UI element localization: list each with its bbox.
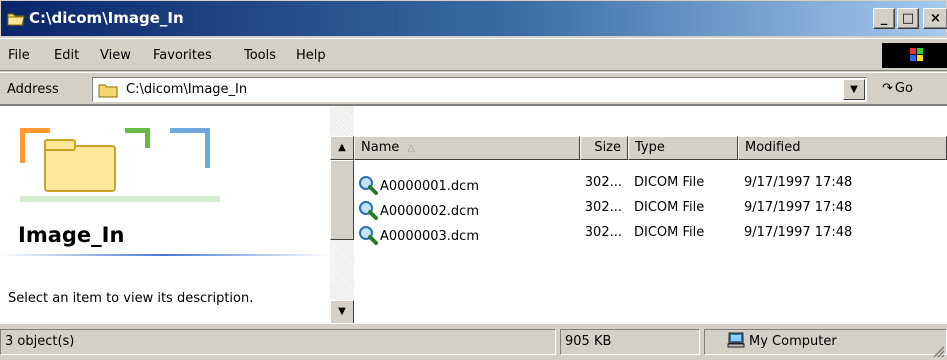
file-size: 302... <box>584 200 622 215</box>
scroll-up-button[interactable]: ▲ <box>330 136 354 160</box>
title-bar[interactable]: C:\dicom\Image_In _ □ × <box>0 0 947 37</box>
status-bar: 3 object(s) 905 KB My Computer <box>0 323 947 360</box>
main-area: Image_In Select an item to view its desc… <box>0 105 947 324</box>
menu-file[interactable]: File <box>8 48 30 63</box>
zone-label: My Computer <box>749 334 837 349</box>
sort-ascending-icon: △ <box>407 143 416 154</box>
address-dropdown-button[interactable]: ▼ <box>843 79 865 100</box>
menu-bar: File Edit View Favorites Tools Help <box>0 38 947 71</box>
file-type: DICOM File <box>634 225 705 240</box>
maximize-button[interactable]: □ <box>897 8 919 29</box>
my-computer-icon <box>727 332 745 348</box>
status-total-size: 905 KB <box>560 329 700 355</box>
folder-open-icon <box>7 13 25 26</box>
address-label: Address <box>7 82 59 97</box>
magnifier-file-icon <box>359 226 378 245</box>
windows-flag-icon <box>910 48 923 61</box>
column-header-size[interactable]: Size <box>580 136 628 160</box>
file-row[interactable]: A0000003.dcm 302... DICOM File 9/17/1997… <box>354 220 947 245</box>
go-label: Go <box>894 81 913 96</box>
file-list: Name △ Size Type Modified A0000001.dcm 30… <box>354 106 947 324</box>
go-arrow-icon: ↷ <box>882 81 893 96</box>
divider <box>0 254 330 256</box>
file-name: A0000001.dcm <box>380 179 479 194</box>
status-object-count: 3 object(s) <box>0 329 556 355</box>
file-size: 302... <box>584 175 622 190</box>
window-title: C:\dicom\Image_In <box>29 9 184 27</box>
column-header-modified[interactable]: Modified <box>738 136 947 160</box>
column-header-type[interactable]: Type <box>628 136 738 160</box>
close-button[interactable]: × <box>923 8 947 29</box>
folder-banner-graphic <box>0 106 330 206</box>
file-type: DICOM File <box>634 175 705 190</box>
file-row[interactable]: A0000001.dcm 302... DICOM File 9/17/1997… <box>354 170 947 195</box>
file-row[interactable]: A0000002.dcm 302... DICOM File 9/17/1997… <box>354 195 947 220</box>
menu-view[interactable]: View <box>100 48 131 63</box>
file-modified: 9/17/1997 17:48 <box>744 200 853 215</box>
menu-favorites[interactable]: Favorites <box>153 48 212 63</box>
address-field[interactable]: C:\dicom\Image_In <box>92 77 867 102</box>
magnifier-file-icon <box>359 201 378 220</box>
folder-icon <box>98 84 118 98</box>
file-name: A0000003.dcm <box>380 229 479 244</box>
scroll-down-button[interactable]: ▼ <box>330 300 354 324</box>
file-modified: 9/17/1997 17:48 <box>744 225 853 240</box>
file-size: 302... <box>584 225 622 240</box>
menu-tools[interactable]: Tools <box>244 48 276 63</box>
column-header-name[interactable]: Name △ <box>354 136 580 160</box>
folder-title: Image_In <box>18 223 125 247</box>
column-name-label: Name <box>361 140 400 155</box>
file-type: DICOM File <box>634 200 705 215</box>
vertical-scrollbar[interactable]: ▲ ▼ <box>330 106 354 324</box>
address-value: C:\dicom\Image_In <box>126 82 248 97</box>
go-button[interactable]: ↷ Go <box>882 81 913 96</box>
menu-edit[interactable]: Edit <box>54 48 79 63</box>
file-modified: 9/17/1997 17:48 <box>744 175 853 190</box>
description-text: Select an item to view its description. <box>8 291 254 306</box>
windows-logo <box>882 43 947 68</box>
left-pane: Image_In Select an item to view its desc… <box>0 106 330 324</box>
status-zone: My Computer <box>704 329 947 355</box>
file-name: A0000002.dcm <box>380 204 479 219</box>
resize-grip-icon[interactable] <box>931 344 945 358</box>
menu-help[interactable]: Help <box>296 48 326 63</box>
minimize-button[interactable]: _ <box>873 8 895 29</box>
address-bar: Address C:\dicom\Image_In ▼ ↷ Go <box>0 72 947 105</box>
scroll-thumb[interactable] <box>330 160 354 240</box>
magnifier-file-icon <box>359 176 378 195</box>
